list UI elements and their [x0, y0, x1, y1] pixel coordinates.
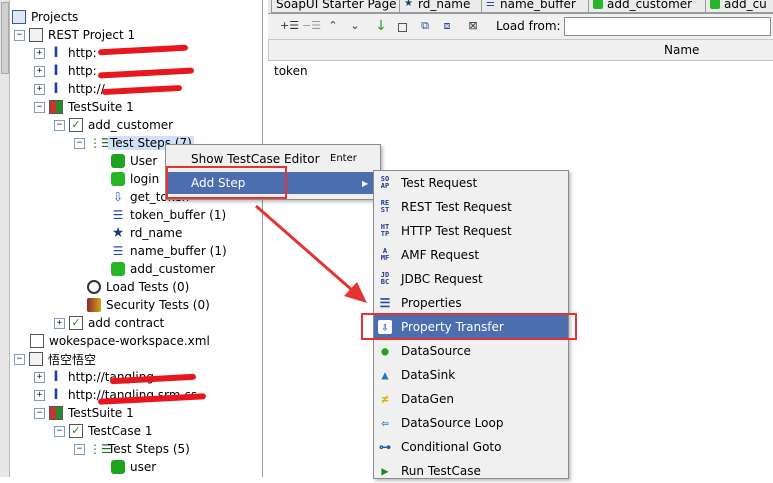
annotation-arrow — [255, 204, 367, 303]
